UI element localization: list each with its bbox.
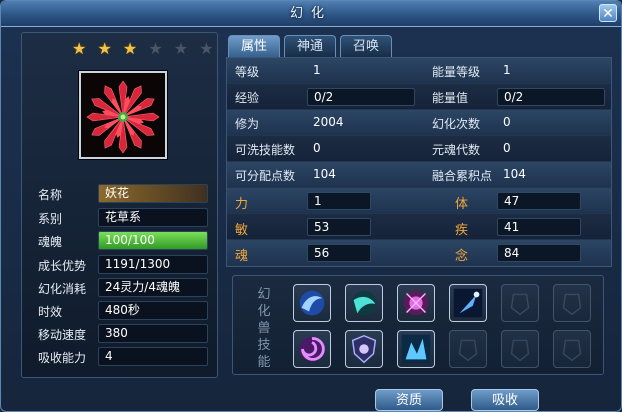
star-filled-icon: ★ [122, 39, 141, 58]
stat-label: 体 [455, 197, 469, 212]
info-label: 成长优势 [38, 259, 87, 273]
info-label: 幻化消耗 [38, 282, 87, 296]
info-row-absorb: 吸收能力 4 [22, 346, 219, 368]
stat-value: 41 [497, 218, 581, 236]
absorb-value: 4 [98, 347, 208, 366]
purple-swirl-skill-icon[interactable] [293, 330, 331, 368]
stat-row: 可洗技能数 0 元魂代数 0 [227, 136, 611, 162]
star-filled-icon: ★ [97, 39, 115, 58]
star-empty-icon: ★ [148, 39, 166, 58]
stat-value: 0/2 [497, 88, 605, 106]
transform-window: 幻化 ✕ ★ ★ ★ ★ ★ ★ 名称 妖花 系别 花草系 魂魄 100/100… [0, 0, 622, 412]
shield-skill-icon[interactable] [345, 330, 383, 368]
stat-value: 1 [503, 63, 511, 77]
empty-slot-icon[interactable] [501, 284, 539, 322]
info-label: 时效 [38, 305, 63, 319]
stat-label: 融合累积点 [432, 169, 493, 183]
cost-value: 24灵力/4魂魄 [98, 278, 208, 297]
info-row-soul: 魂魄 100/100 [22, 230, 219, 252]
stat-row: 经验 0/2 能量值 0/2 [227, 84, 611, 110]
stat-label: 修为 [235, 117, 260, 131]
stat-row: 可分配点数 104 融合累积点 104 [227, 162, 611, 188]
pet-info-panel: ★ ★ ★ ★ ★ ★ 名称 妖花 系别 花草系 魂魄 100/100 成长优势… [21, 32, 218, 378]
stat-label: 元魂代数 [432, 143, 481, 157]
stat-label: 魂 [235, 249, 249, 264]
stat-label: 可洗技能数 [235, 143, 296, 157]
stat-value: 104 [313, 167, 336, 181]
blue-wind-skill-icon[interactable] [293, 284, 331, 322]
soul-bar: 100/100 [98, 231, 208, 250]
stat-value: 2004 [313, 115, 344, 129]
info-row-cost: 幻化消耗 24灵力/4魂魄 [22, 277, 219, 299]
empty-slot-icon[interactable] [501, 330, 539, 368]
stat-row: 敏 53 疾 41 [227, 214, 611, 240]
stat-label: 幻化次数 [432, 117, 481, 131]
empty-slot-icon[interactable] [553, 330, 591, 368]
info-label: 移动速度 [38, 328, 87, 342]
empty-slot-icon[interactable] [449, 330, 487, 368]
red-flower-portrait [79, 71, 167, 159]
growth-value: 1191/1300 [98, 255, 208, 274]
info-row-type: 系别 花草系 [22, 207, 219, 229]
title-bar[interactable]: 幻化 ✕ [1, 1, 621, 27]
purple-orb-skill-icon[interactable] [397, 284, 435, 322]
stat-value: 104 [503, 167, 526, 181]
ice-beast-skill-icon[interactable] [397, 330, 435, 368]
stat-label: 疾 [455, 223, 469, 238]
info-label: 名称 [38, 188, 63, 202]
speed-value: 380 [98, 324, 208, 343]
info-row-growth: 成长优势 1191/1300 [22, 254, 219, 276]
stat-value: 0 [503, 115, 511, 129]
empty-slot-icon[interactable] [553, 284, 591, 322]
stat-value: 1 [313, 63, 321, 77]
stat-label: 能量值 [432, 91, 469, 105]
soul-value: 100/100 [105, 233, 155, 247]
stats-table: 等级 1 能量等级 1 经验 0/2 能量值 0/2 修为 2004 幻化次数 0 可洗技能数 0 元魂代数… [226, 57, 612, 267]
pet-type-value: 花草系 [98, 208, 208, 227]
stat-value: 56 [307, 244, 371, 262]
stat-label: 敏 [235, 223, 249, 238]
stat-value: 0 [313, 141, 321, 155]
stat-value: 47 [497, 192, 581, 210]
stat-label: 等级 [235, 65, 260, 79]
stat-label: 经验 [235, 91, 260, 105]
skills-label: 幻化兽技能 [257, 287, 271, 370]
stat-value: 1 [307, 192, 371, 210]
stat-row: 力 1 体 47 [227, 188, 611, 214]
window-title: 幻化 [289, 6, 332, 21]
stat-value: 84 [497, 244, 581, 262]
stat-label: 可分配点数 [235, 169, 296, 183]
star-rating: ★ ★ ★ ★ ★ ★ [72, 39, 217, 58]
info-label: 魂魄 [38, 235, 63, 249]
info-row-speed: 移动速度 380 [22, 323, 219, 345]
skills-panel: 幻化兽技能 [232, 275, 604, 375]
star-empty-icon: ★ [199, 39, 217, 58]
stat-value: 0/2 [307, 88, 415, 106]
info-label: 吸收能力 [38, 351, 87, 365]
info-row-name: 名称 妖花 [22, 183, 219, 205]
duration-value: 480秒 [98, 301, 208, 320]
teal-wave-skill-icon[interactable] [345, 284, 383, 322]
info-label: 系别 [38, 212, 63, 226]
absorb-button[interactable]: 吸收 [471, 389, 539, 411]
tab-summon[interactable]: 召唤 [340, 35, 392, 57]
stat-value: 0 [503, 141, 511, 155]
info-row-duration: 时效 480秒 [22, 300, 219, 322]
star-filled-icon: ★ [72, 39, 90, 58]
star-empty-icon: ★ [173, 39, 192, 58]
blue-comet-skill-icon[interactable] [449, 284, 487, 322]
stat-value: 53 [307, 218, 371, 236]
stat-label: 力 [235, 197, 249, 212]
tab-attributes[interactable]: 属性 [228, 35, 280, 57]
tab-skills[interactable]: 神通 [284, 35, 336, 57]
pet-name-value: 妖花 [98, 184, 208, 203]
stat-row: 魂 56 念 84 [227, 240, 611, 266]
aptitude-button[interactable]: 资质 [375, 389, 443, 411]
stat-row: 等级 1 能量等级 1 [227, 58, 611, 84]
stat-label: 能量等级 [432, 65, 481, 79]
stat-row: 修为 2004 幻化次数 0 [227, 110, 611, 136]
stat-label: 念 [455, 249, 469, 264]
close-icon[interactable]: ✕ [599, 4, 617, 22]
